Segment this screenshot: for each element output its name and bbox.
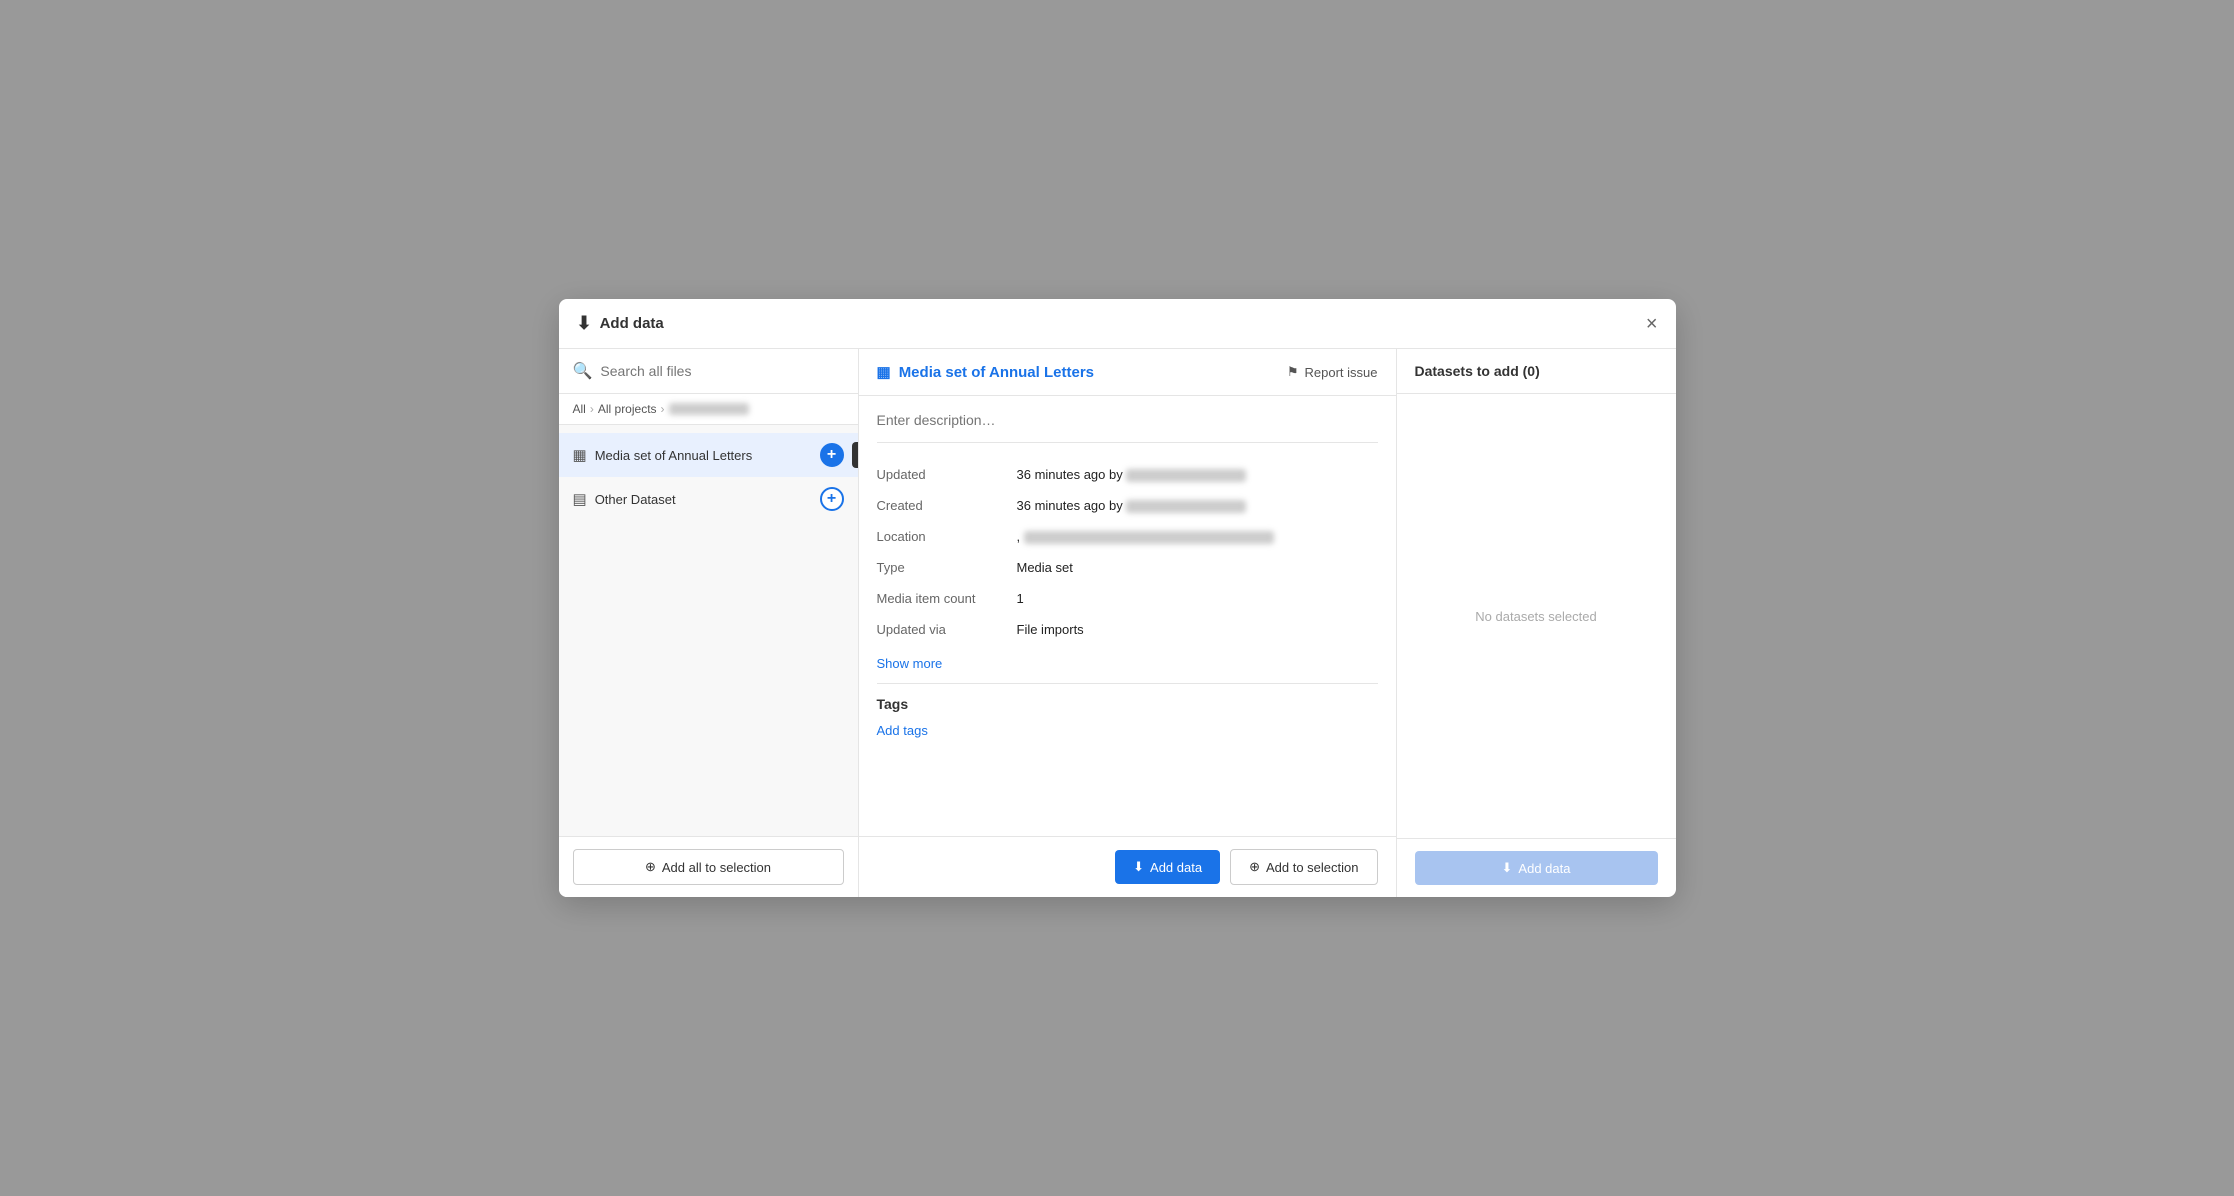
media-item-count-value: 1 xyxy=(1017,583,1378,614)
search-icon: 🔍 xyxy=(573,361,593,381)
right-panel-add-data-label: Add data xyxy=(1518,861,1570,876)
add-to-selection-button-1[interactable]: + xyxy=(820,443,844,467)
center-footer: ⬇ Add data ⊕ Add to selection xyxy=(859,836,1396,897)
add-to-selection-button-2[interactable]: + xyxy=(820,487,844,511)
search-input[interactable] xyxy=(600,363,843,379)
dataset-name-other: Other Dataset xyxy=(595,492,676,507)
media-set-icon: ▦ xyxy=(877,363,891,381)
breadcrumb-sep2: › xyxy=(661,402,665,416)
add-to-selection-footer-label: Add to selection xyxy=(1266,860,1359,875)
right-panel: Datasets to add (0) No datasets selected… xyxy=(1396,349,1676,897)
meta-row-type: Type Media set xyxy=(877,552,1378,583)
modal-title-area: ⬇ Add data xyxy=(577,313,664,334)
right-panel-body: No datasets selected xyxy=(1397,394,1676,838)
add-data-icon: ⬇ xyxy=(1133,859,1144,875)
tags-title: Tags xyxy=(877,696,1378,712)
dataset-list: ▦ Media set of Annual Letters + Add to s… xyxy=(559,425,858,836)
meta-row-updated: Updated 36 minutes ago by xyxy=(877,459,1378,490)
download-icon: ⬇ xyxy=(577,313,592,334)
add-all-circle-icon: ⊕ xyxy=(645,859,656,875)
created-by-blurred xyxy=(1126,500,1246,513)
datasets-to-add-title: Datasets to add (0) xyxy=(1415,363,1540,379)
modal-body: 🔍 All › All projects › ▦ Media set of xyxy=(559,349,1676,897)
show-more-link[interactable]: Show more xyxy=(877,656,943,671)
modal-overlay: ⬇ Add data × 🔍 All › All projects › xyxy=(0,0,2234,1196)
right-panel-footer: ⬇ Add data xyxy=(1397,838,1676,897)
center-title-area: ▦ Media set of Annual Letters xyxy=(877,363,1095,381)
report-icon: ⚑ xyxy=(1287,364,1299,380)
updated-value: 36 minutes ago by xyxy=(1017,459,1378,490)
tags-section: Tags Add tags xyxy=(877,696,1378,738)
updated-by-blurred xyxy=(1126,469,1246,482)
add-all-to-selection-button[interactable]: ⊕ Add all to selection xyxy=(573,849,844,885)
center-title: Media set of Annual Letters xyxy=(899,364,1094,381)
meta-row-updated-via: Updated via File imports xyxy=(877,614,1378,645)
description-input[interactable] xyxy=(877,412,1378,443)
type-value: Media set xyxy=(1017,552,1378,583)
search-bar: 🔍 xyxy=(559,349,858,394)
add-tags-link[interactable]: Add tags xyxy=(877,723,928,738)
left-panel-footer: ⊕ Add all to selection xyxy=(559,836,858,897)
center-panel: ▦ Media set of Annual Letters ⚑ Report i… xyxy=(859,349,1396,897)
no-datasets-label: No datasets selected xyxy=(1475,609,1596,624)
breadcrumb-all-projects[interactable]: All projects xyxy=(598,402,657,416)
breadcrumb-sep1: › xyxy=(590,402,594,416)
left-panel: 🔍 All › All projects › ▦ Media set of xyxy=(559,349,859,897)
media-item-count-label: Media item count xyxy=(877,583,1017,614)
updated-via-value: File imports xyxy=(1017,614,1378,645)
grid-icon: ▦ xyxy=(573,446,587,464)
meta-row-location: Location , xyxy=(877,521,1378,552)
center-header: ▦ Media set of Annual Letters ⚑ Report i… xyxy=(859,349,1396,396)
close-button[interactable]: × xyxy=(1646,314,1658,334)
report-issue-button[interactable]: ⚑ Report issue xyxy=(1287,364,1378,380)
tooltip-container: + Add to selection xyxy=(820,443,844,467)
center-content: Updated 36 minutes ago by Created 36 min… xyxy=(859,396,1396,836)
location-label: Location xyxy=(877,521,1017,552)
dataset-item-media-set[interactable]: ▦ Media set of Annual Letters + Add to s… xyxy=(559,433,858,477)
dataset-name-media-set: Media set of Annual Letters xyxy=(595,448,753,463)
meta-table: Updated 36 minutes ago by Created 36 min… xyxy=(877,459,1378,645)
meta-row-media-item-count: Media item count 1 xyxy=(877,583,1378,614)
add-data-modal: ⬇ Add data × 🔍 All › All projects › xyxy=(559,299,1676,897)
created-label: Created xyxy=(877,490,1017,521)
table-icon: ▤ xyxy=(573,490,587,508)
type-label: Type xyxy=(877,552,1017,583)
right-panel-add-data-button: ⬇ Add data xyxy=(1415,851,1658,885)
created-value: 36 minutes ago by xyxy=(1017,490,1378,521)
modal-title: Add data xyxy=(600,315,664,332)
add-all-label: Add all to selection xyxy=(662,860,771,875)
breadcrumb-all[interactable]: All xyxy=(573,402,586,416)
divider xyxy=(877,683,1378,684)
show-more-container: Show more xyxy=(877,655,1378,671)
dataset-item-other[interactable]: ▤ Other Dataset + xyxy=(559,477,858,521)
updated-via-label: Updated via xyxy=(877,614,1017,645)
breadcrumb: All › All projects › xyxy=(559,394,858,425)
right-panel-header: Datasets to add (0) xyxy=(1397,349,1676,394)
add-data-label: Add data xyxy=(1150,860,1202,875)
add-to-selection-footer-button[interactable]: ⊕ Add to selection xyxy=(1230,849,1377,885)
dataset-item-left-2: ▤ Other Dataset xyxy=(573,490,676,508)
breadcrumb-current xyxy=(669,403,749,415)
report-issue-label: Report issue xyxy=(1305,365,1378,380)
add-to-selection-tooltip: Add to selection xyxy=(852,442,858,468)
location-value: , xyxy=(1017,521,1378,552)
meta-row-created: Created 36 minutes ago by xyxy=(877,490,1378,521)
dataset-item-left: ▦ Media set of Annual Letters xyxy=(573,446,753,464)
modal-header: ⬇ Add data × xyxy=(559,299,1676,349)
add-data-button[interactable]: ⬇ Add data xyxy=(1115,850,1220,884)
updated-label: Updated xyxy=(877,459,1017,490)
right-panel-download-icon: ⬇ xyxy=(1502,860,1513,876)
location-blurred xyxy=(1024,531,1274,544)
add-to-selection-footer-icon: ⊕ xyxy=(1249,859,1260,875)
